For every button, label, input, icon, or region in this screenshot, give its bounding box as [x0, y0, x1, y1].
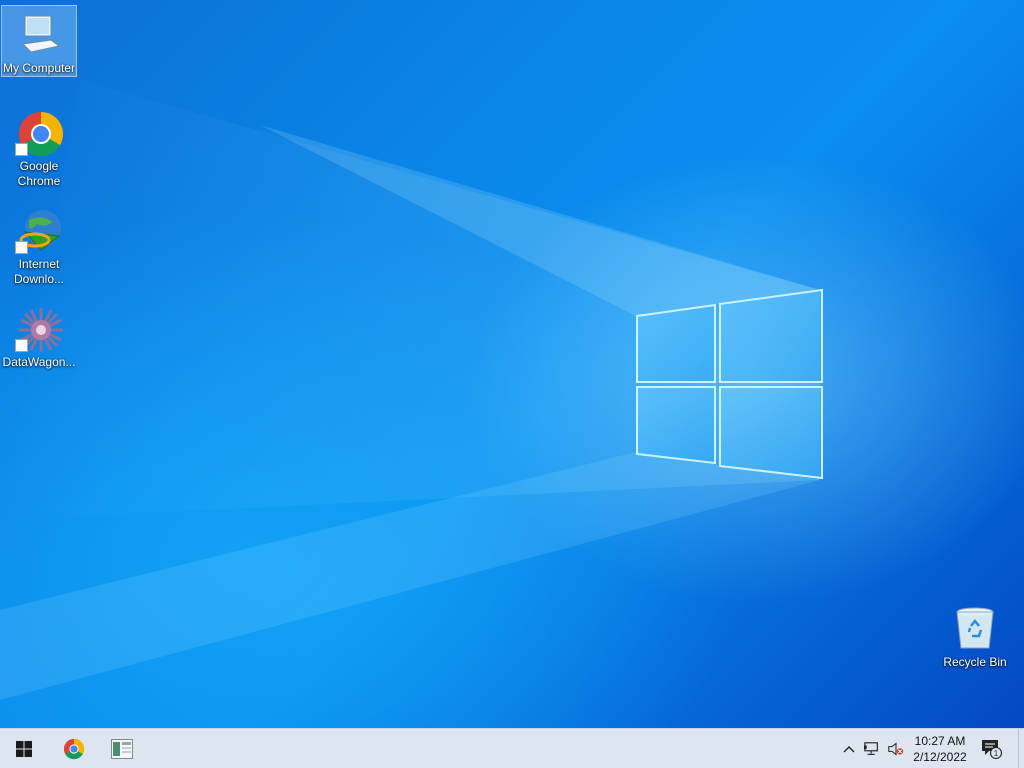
windows-logo-icon: [16, 740, 32, 757]
taskbar-app-button[interactable]: [98, 729, 146, 768]
network-button[interactable]: [860, 729, 884, 768]
taskbar: 10:27 AM 2/12/2022 1: [0, 728, 1024, 768]
show-desktop-button[interactable]: [1018, 729, 1024, 768]
taskbar-chrome-button[interactable]: [50, 729, 98, 768]
windows-light-beams: [0, 80, 823, 700]
chrome-icon: [15, 108, 63, 156]
datawagon-icon: [15, 304, 63, 352]
notification-count: 1: [994, 749, 999, 758]
shortcut-arrow-icon: [15, 339, 28, 352]
clock-date: 2/12/2022: [913, 750, 967, 764]
network-icon: [864, 742, 878, 755]
desktop-icon-label: My Computer: [2, 61, 76, 75]
show-hidden-icons-button[interactable]: [838, 729, 860, 768]
app-window-icon: [111, 738, 133, 759]
chevron-up-icon: [843, 746, 855, 753]
desktop-icon-datawagon[interactable]: DataWagon...: [1, 300, 77, 370]
shortcut-arrow-icon: [15, 143, 28, 156]
shortcut-arrow-icon: [15, 241, 28, 254]
volume-button[interactable]: [884, 729, 908, 768]
chrome-icon: [63, 738, 85, 759]
system-tray: 10:27 AM 2/12/2022 1: [838, 729, 1024, 768]
computer-icon: [15, 10, 63, 58]
desktop-icon-label: Recycle Bin: [943, 655, 1007, 669]
desktop-icon-internet-download-manager[interactable]: Internet Downlo...: [1, 202, 77, 287]
start-button[interactable]: [0, 729, 48, 768]
desktop-icon-label: Google Chrome: [17, 159, 61, 188]
volume-muted-icon: [888, 742, 904, 756]
action-center-button[interactable]: 1: [972, 729, 1012, 768]
recycle-bin-icon: [951, 604, 999, 652]
desktop-icon-label: DataWagon...: [2, 355, 76, 369]
idm-globe-icon: [15, 206, 63, 254]
notification-icon: 1: [982, 740, 1003, 759]
desktop-icon-recycle-bin[interactable]: Recycle Bin: [937, 600, 1013, 670]
desktop-icon-my-computer[interactable]: My Computer: [1, 5, 77, 77]
desktop-icon-label: Internet Downlo...: [13, 257, 65, 286]
desktop-icon-google-chrome[interactable]: Google Chrome: [1, 104, 77, 189]
clock-button[interactable]: 10:27 AM 2/12/2022: [908, 729, 972, 768]
clock-time: 10:27 AM: [914, 734, 966, 748]
desktop-wallpaper: [0, 0, 1024, 728]
